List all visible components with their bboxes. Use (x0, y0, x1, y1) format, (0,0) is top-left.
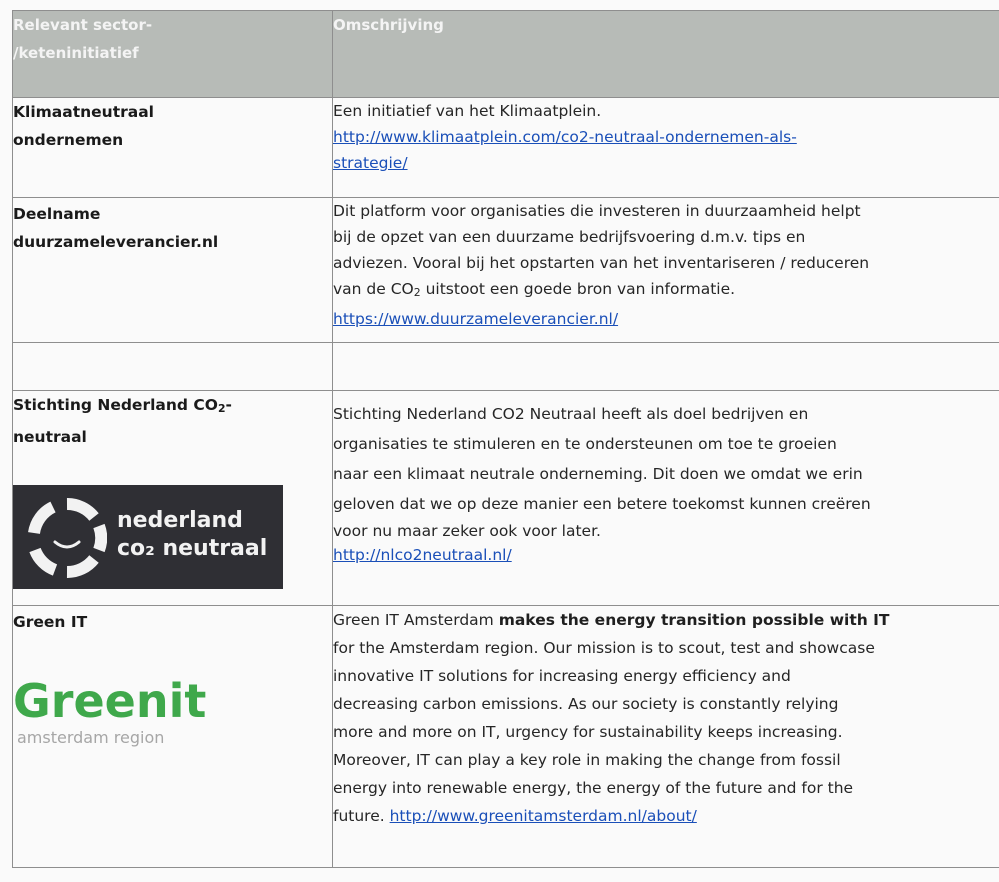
row-sector-cell: Stichting Nederland CO2- neutraal nederl… (12, 390, 333, 606)
table-row: Green IT Greenit amsterdam region Green … (12, 605, 999, 868)
row-description-line4: van de CO2 uitstoot een goede bron van i… (333, 276, 999, 306)
row-sector-line1: Deelname (13, 205, 101, 223)
klimaatplein-link[interactable]: http://www.klimaatplein.com/co2-neutraal… (333, 128, 797, 146)
table-row-empty (12, 342, 999, 391)
empty-sector-cell (12, 342, 333, 391)
sector-name-post: - (225, 396, 232, 414)
row-description-line2: for the Amsterdam region. Our mission is… (333, 639, 875, 657)
row-description-line4: decreasing carbon emissions. As our soci… (333, 695, 839, 713)
row-description-text: Een initiatief van het Klimaatplein. (333, 102, 602, 120)
row-description-line3: adviezen. Vooral bij het opstarten van h… (333, 254, 870, 272)
nlco2-logo-line1: nederland (117, 508, 243, 534)
greenit-text-future: future. (333, 807, 390, 825)
header-description-label: Omschrijving (333, 16, 444, 34)
co2-subscript: 2 (413, 286, 421, 300)
row-description-line2: organisaties te stimuleren en te onderst… (333, 435, 837, 453)
table-row: Klimaatneutraal ondernemen Een initiatie… (12, 97, 999, 198)
row-description-line3: naar een klimaat neutrale onderneming. D… (333, 465, 863, 483)
row-description-line5: voor nu maar zeker ook voor later. (333, 522, 601, 540)
table-row: Deelname duurzameleverancier.nl Dit plat… (12, 197, 999, 343)
klimaatplein-link-cont[interactable]: strategie/ (333, 154, 408, 172)
initiatives-table: Relevant sector- /keteninitiatief Omschr… (12, 10, 999, 868)
nederland-co2-neutraal-logo: nederland co₂ neutraal (13, 485, 283, 590)
row-description-line5: more and more on IT, urgency for sustain… (333, 723, 843, 741)
greenit-text-pre: Green IT Amsterdam (333, 611, 499, 629)
row-sector-line2: neutraal (13, 428, 87, 447)
table-header-row: Relevant sector- /keteninitiatief Omschr… (12, 10, 999, 98)
row-description-line8: future. http://www.greenitamsterdam.nl/a… (333, 802, 999, 830)
greenit-logo-sub: amsterdam region (17, 728, 165, 747)
row-description-cell: Green IT Amsterdam makes the energy tran… (332, 605, 999, 868)
row-description-line7: energy into renewable energy, the energy… (333, 779, 854, 797)
nlco2-ring-icon (28, 498, 107, 579)
header-description: Omschrijving (332, 10, 999, 98)
greenit-logo-main: Greenit (13, 674, 207, 728)
row-sector-name: Green IT (13, 613, 88, 631)
row-description-cell: Een initiatief van het Klimaatplein. htt… (332, 97, 999, 198)
greenitamsterdam-link[interactable]: http://www.greenitamsterdam.nl/about/ (390, 807, 697, 825)
row-description-line3: innovative IT solutions for increasing e… (333, 667, 791, 685)
row-sector-line1: Klimaatneutraal (13, 103, 154, 121)
co2-post: uitstoot een goede bron van informatie. (420, 280, 736, 298)
row-description-line1: Stichting Nederland CO2 Neutraal heeft a… (333, 405, 809, 423)
header-sector-line1: Relevant sector- (13, 16, 153, 34)
row-description-line4: geloven dat we op deze manier een betere… (333, 495, 871, 513)
row-sector-line1: Stichting Nederland CO2- (13, 391, 332, 423)
greenit-text-bold: makes the energy transition possible wit… (498, 611, 890, 629)
row-description-line1: Dit platform voor organisaties die inves… (333, 202, 861, 220)
document-page: Relevant sector- /keteninitiatief Omschr… (0, 0, 999, 882)
row-sector-line2: duurzameleverancier.nl (13, 233, 219, 251)
duurzameleverancier-link[interactable]: https://www.duurzameleverancier.nl/ (333, 310, 618, 328)
sector-name-sub: 2 (217, 402, 226, 416)
header-sector-line2: /keteninitiatief (13, 44, 139, 62)
row-description-line1: Green IT Amsterdam makes the energy tran… (333, 606, 999, 634)
empty-description-cell (332, 342, 999, 391)
row-description-line2: bij de opzet van een duurzame bedrijfsvo… (333, 228, 806, 246)
nlco2-logo-text: nederland co₂ neutraal (117, 507, 267, 563)
sector-name-pre: Stichting Nederland CO (13, 396, 218, 414)
row-sector-cell: Klimaatneutraal ondernemen (12, 97, 333, 198)
nlco2-logo-line2: co₂ neutraal (117, 536, 268, 562)
greenit-logo: Greenit amsterdam region (13, 676, 253, 750)
table-row: Stichting Nederland CO2- neutraal nederl… (12, 390, 999, 606)
row-description-cell: Stichting Nederland CO2 Neutraal heeft a… (332, 390, 999, 606)
header-sector: Relevant sector- /keteninitiatief (12, 10, 333, 98)
row-description-cell: Dit platform voor organisaties die inves… (332, 197, 999, 343)
nlco2neutraal-link[interactable]: http://nlco2neutraal.nl/ (333, 546, 512, 564)
row-sector-cell: Deelname duurzameleverancier.nl (12, 197, 333, 343)
co2-pre: van de CO (333, 280, 414, 298)
row-description-line6: Moreover, IT can play a key role in maki… (333, 751, 841, 769)
row-sector-cell: Green IT Greenit amsterdam region (12, 605, 333, 868)
row-sector-line2: ondernemen (13, 131, 124, 149)
